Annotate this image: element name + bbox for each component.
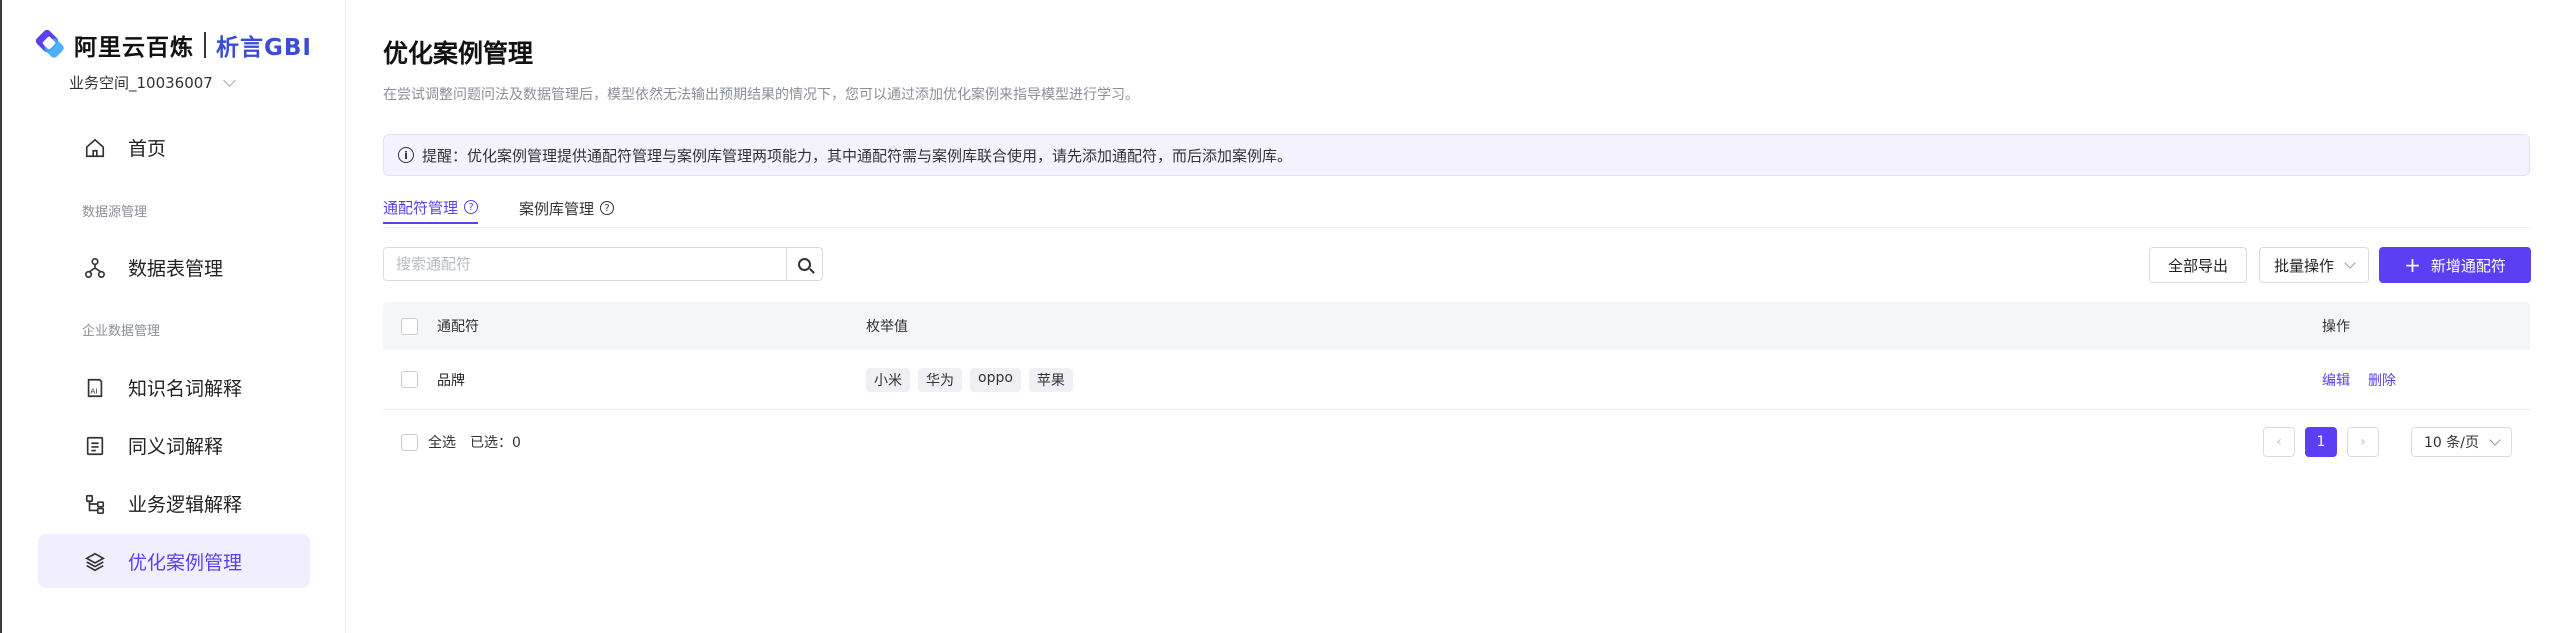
tab-label: 通配符管理: [383, 198, 459, 217]
product-name: 析言GBI: [216, 35, 312, 61]
brand-name: 阿里云百炼: [74, 35, 194, 61]
sidebar-item-label: 同义词解释: [128, 435, 224, 458]
tab-case-library[interactable]: 案例库管理 ?: [519, 192, 615, 224]
search-input[interactable]: [384, 248, 786, 280]
flow-logic-icon: [85, 494, 105, 514]
nav-group-enterprise: 企业数据管理: [82, 324, 161, 339]
tab-bar: 通配符管理 ? 案例库管理 ?: [383, 188, 2530, 228]
page-size-selector[interactable]: 10 条/页: [2411, 427, 2512, 457]
layers-icon: [85, 552, 105, 572]
prev-page-button[interactable]: ‹: [2263, 427, 2296, 457]
row-checkbox[interactable]: [401, 371, 418, 388]
sidebar-item-knowledge-terms[interactable]: AI 知识名词解释: [38, 360, 310, 414]
sidebar-item-label: 首页: [128, 137, 167, 160]
wildcard-name: 品牌: [437, 372, 465, 389]
nav-group-datasource: 数据源管理: [82, 205, 148, 220]
delete-link[interactable]: 删除: [2368, 370, 2396, 390]
info-icon: i: [398, 147, 414, 163]
button-label: 批量操作: [2273, 256, 2334, 275]
select-all-label[interactable]: 全选: [428, 432, 456, 452]
help-icon[interactable]: ?: [464, 200, 479, 214]
next-page-button[interactable]: ›: [2347, 427, 2380, 457]
help-icon[interactable]: ?: [600, 201, 615, 215]
table-footer: 全选 已选：0: [383, 424, 2530, 460]
sidebar-item-synonyms[interactable]: 同义词解释: [38, 418, 310, 472]
edit-link[interactable]: 编辑: [2322, 370, 2350, 390]
notice-text: 提醒：优化案例管理提供通配符管理与案例库管理两项能力，其中通配符需与案例库联合使…: [422, 146, 1293, 165]
notice-banner: i 提醒：优化案例管理提供通配符管理与案例库管理两项能力，其中通配符需与案例库联…: [383, 134, 2530, 176]
value-tag: 小米: [866, 367, 910, 392]
workspace-selector[interactable]: 业务空间_10036007: [69, 72, 236, 93]
chevron-down-icon: [222, 73, 236, 87]
list-document-icon: [86, 436, 104, 456]
table-header: 通配符 枚举值 操作: [383, 302, 2530, 350]
brand-logo[interactable]: 阿里云百炼 析言GBI: [34, 28, 312, 62]
sidebar-item-label: 业务逻辑解释: [128, 493, 243, 516]
row-actions: 编辑 删除: [2322, 370, 2396, 390]
chevron-down-icon: [2344, 257, 2356, 269]
sidebar-item-tables[interactable]: 数据表管理: [38, 240, 310, 294]
page-description: 在尝试调整问题问法及数据管理后，模型依然无法输出预期结果的情况下，您可以通过添加…: [383, 87, 1139, 103]
value-tag: 华为: [918, 367, 962, 392]
select-all-checkbox[interactable]: [401, 317, 418, 335]
search-icon: [798, 257, 811, 271]
column-header-actions: 操作: [2322, 319, 2350, 335]
button-label: 新增通配符: [2430, 256, 2506, 275]
value-tag: oppo: [970, 367, 1021, 392]
sidebar-item-label: 知识名词解释: [128, 377, 243, 400]
pagination: ‹ 1 › 10 条/页: [2263, 427, 2512, 457]
table-row: 品牌 小米 华为 oppo 苹果 编辑 删除: [383, 350, 2530, 410]
page-number-current[interactable]: 1: [2305, 427, 2338, 457]
data-table-icon: [85, 258, 105, 278]
brand-divider: [204, 32, 206, 58]
column-header-wildcard: 通配符: [437, 319, 479, 335]
export-all-button[interactable]: 全部导出: [2149, 247, 2247, 283]
chevron-down-icon: [2489, 434, 2501, 446]
home-icon: [85, 138, 105, 158]
add-wildcard-button[interactable]: + 新增通配符: [2379, 247, 2531, 283]
page-title: 优化案例管理: [383, 39, 534, 68]
value-tag: 苹果: [1028, 367, 1073, 392]
sidebar-item-label: 数据表管理: [128, 257, 224, 280]
ai-document-icon: AI: [87, 378, 103, 398]
tab-wildcard[interactable]: 通配符管理 ?: [383, 192, 479, 224]
batch-operations-dropdown[interactable]: 批量操作: [2259, 247, 2369, 283]
workspace-name: 业务空间_10036007: [69, 74, 213, 92]
page-size-label: 10 条/页: [2424, 435, 2479, 451]
plus-icon: +: [2404, 253, 2421, 277]
enum-values: 小米 华为 oppo 苹果: [866, 367, 1073, 392]
selected-count: 已选：0: [470, 435, 521, 451]
column-header-enum-values: 枚举值: [866, 319, 908, 335]
bailian-logo-icon: [34, 28, 66, 60]
tab-label: 案例库管理: [519, 199, 595, 218]
sidebar-item-optimization-cases[interactable]: 优化案例管理: [38, 534, 310, 588]
search-button[interactable]: [786, 248, 822, 280]
search-field: [383, 247, 823, 281]
sidebar-item-home[interactable]: 首页: [38, 120, 310, 174]
svg-text:AI: AI: [90, 387, 97, 396]
footer-select-all-checkbox[interactable]: [401, 433, 418, 451]
sidebar-item-label: 优化案例管理: [128, 551, 243, 574]
sidebar: 阿里云百炼 析言GBI 业务空间_10036007 首页 数据源管理 数据表管理…: [2, 0, 346, 633]
button-label: 全部导出: [2167, 256, 2228, 275]
sidebar-item-business-logic[interactable]: 业务逻辑解释: [38, 476, 310, 530]
wildcard-table: 通配符 枚举值 操作 品牌 小米 华为 oppo 苹果 编辑 删除: [383, 302, 2530, 410]
